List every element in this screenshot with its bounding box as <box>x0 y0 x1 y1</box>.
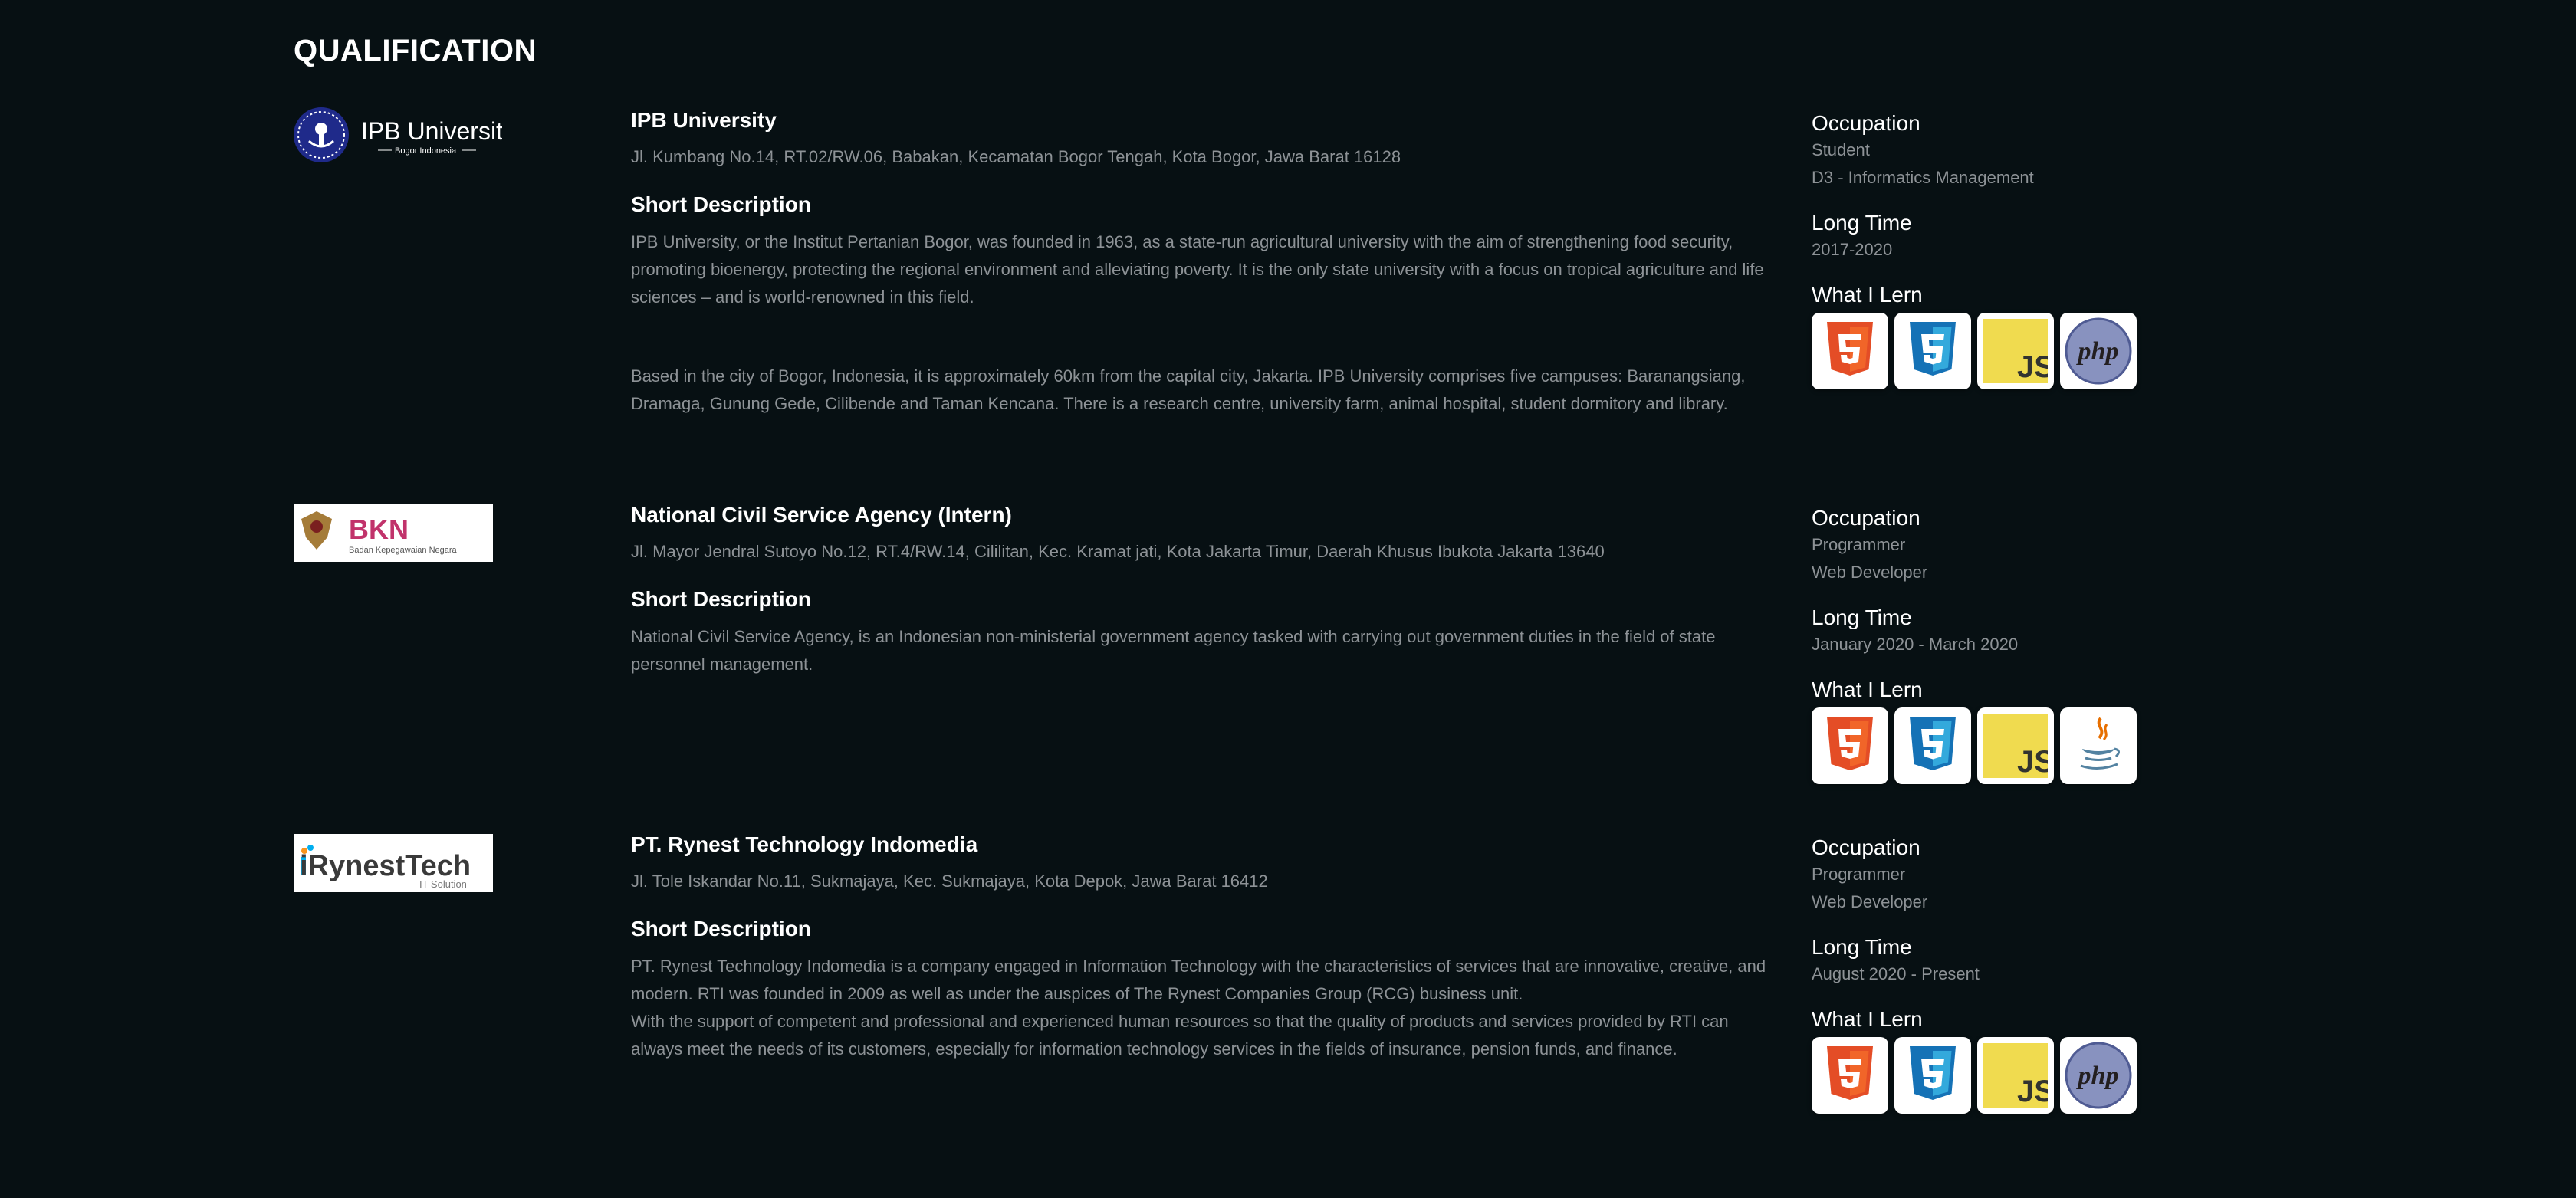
svg-text:BKN: BKN <box>349 514 409 545</box>
svg-text:Badan Kepegawaian Negara: Badan Kepegawaian Negara <box>349 546 458 555</box>
org-address: Jl. Tole Iskandar No.11, Sukmajaya, Kec.… <box>631 871 1268 891</box>
long-time-value: 2017-2020 <box>1812 240 1893 259</box>
java-icon <box>2060 707 2137 784</box>
html5-icon <box>1812 1037 1888 1114</box>
css3-icon <box>1894 707 1971 784</box>
occupation-label: Occupation <box>1812 111 1921 135</box>
what-i-learn-label: What I Lern <box>1812 678 1923 701</box>
bkn-logo-image: BKN Badan Kepegawaian Negara <box>294 504 493 562</box>
ipb-logo: IPB University Bogor Indonesia <box>294 106 502 164</box>
org-name: National Civil Service Agency (Intern) <box>631 503 1012 527</box>
skills-list: JS php <box>1812 313 2195 389</box>
rynest-tech-logo: iRynestTech IT Solution <box>294 834 493 892</box>
svg-text:iRynestTech: iRynestTech <box>300 850 471 882</box>
what-i-learn-label: What I Lern <box>1812 283 1923 307</box>
org-description: National Civil Service Agency, is an Ind… <box>631 623 1773 678</box>
bkn-content: National Civil Service Agency (Intern) J… <box>631 502 1773 678</box>
org-address: Jl. Kumbang No.14, RT.02/RW.06, Babakan,… <box>631 147 1401 166</box>
javascript-icon: JS <box>1977 707 2054 784</box>
occupation-label: Occupation <box>1812 835 1921 859</box>
html5-icon <box>1812 313 1888 389</box>
svg-text:Bogor Indonesia: Bogor Indonesia <box>395 146 457 156</box>
bkn-side-info: Occupation Programmer Web Developer Long… <box>1812 505 2195 784</box>
skills-list: JS php <box>1812 1037 2195 1114</box>
svg-text:IT Solution: IT Solution <box>419 878 467 890</box>
long-time-label: Long Time <box>1812 935 1912 959</box>
description-paragraph: PT. Rynest Technology Indomedia is a com… <box>631 957 1766 1003</box>
occupation-value: Student <box>1812 140 1870 159</box>
php-icon: php <box>2060 1037 2137 1114</box>
description-paragraph: Based in the city of Bogor, Indonesia, i… <box>631 366 1746 413</box>
svg-text:JS: JS <box>2017 745 2048 778</box>
svg-text:php: php <box>2076 337 2119 366</box>
javascript-icon: JS <box>1977 313 2054 389</box>
occupation-value: D3 - Informatics Management <box>1812 168 2034 187</box>
ipb-side-info: Occupation Student D3 - Informatics Mana… <box>1812 110 2195 389</box>
rynest-content: PT. Rynest Technology Indomedia Jl. Tole… <box>631 832 1773 1063</box>
css3-icon <box>1894 313 1971 389</box>
org-description: IPB University, or the Institut Pertania… <box>631 228 1773 418</box>
svg-text:php: php <box>2076 1062 2119 1090</box>
long-time-value: January 2020 - March 2020 <box>1812 635 2019 654</box>
javascript-icon: JS <box>1977 1037 2054 1114</box>
php-icon: php <box>2060 313 2137 389</box>
long-time-label: Long Time <box>1812 211 1912 235</box>
org-name: PT. Rynest Technology Indomedia <box>631 832 978 856</box>
org-name: IPB University <box>631 108 777 132</box>
org-description: PT. Rynest Technology Indomedia is a com… <box>631 953 1773 1063</box>
description-paragraph: National Civil Service Agency, is an Ind… <box>631 627 1716 674</box>
bkn-logo: BKN Badan Kepegawaian Negara <box>294 504 493 562</box>
ipb-content: IPB University Jl. Kumbang No.14, RT.02/… <box>631 107 1773 418</box>
description-paragraph: With the support of competent and profes… <box>631 1012 1729 1059</box>
occupation-value: Web Developer <box>1812 892 1928 911</box>
svg-text:JS: JS <box>2017 350 2048 383</box>
long-time-label: Long Time <box>1812 606 1912 629</box>
description-paragraph: IPB University, or the Institut Pertania… <box>631 232 1764 307</box>
css3-icon <box>1894 1037 1971 1114</box>
ipb-university-logo: IPB University Bogor Indonesia <box>294 107 502 162</box>
what-i-learn-label: What I Lern <box>1812 1007 1923 1031</box>
svg-text:JS: JS <box>2017 1075 2048 1108</box>
occupation-label: Occupation <box>1812 506 1921 530</box>
short-description-title: Short Description <box>631 192 811 216</box>
short-description-title: Short Description <box>631 917 811 940</box>
section-title: QUALIFICATION <box>294 34 537 67</box>
rynest-side-info: Occupation Programmer Web Developer Long… <box>1812 835 2195 1114</box>
occupation-value: Web Developer <box>1812 563 1928 582</box>
rynest-logo: iRynestTech IT Solution <box>294 834 493 892</box>
occupation-value: Programmer <box>1812 535 1906 554</box>
org-address: Jl. Mayor Jendral Sutoyo No.12, RT.4/RW.… <box>631 542 1605 561</box>
svg-text:IPB University: IPB University <box>361 117 502 145</box>
long-time-value: August 2020 - Present <box>1812 964 1980 983</box>
short-description-title: Short Description <box>631 587 811 611</box>
skills-list: JS <box>1812 707 2195 784</box>
html5-icon <box>1812 707 1888 784</box>
occupation-value: Programmer <box>1812 865 1906 884</box>
